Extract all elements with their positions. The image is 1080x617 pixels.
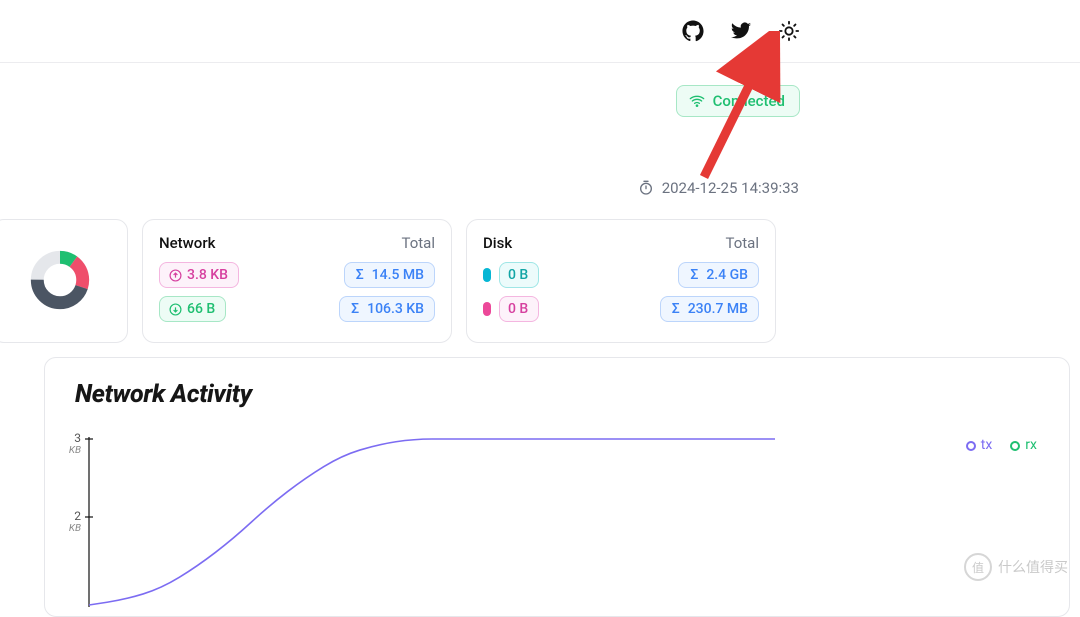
github-icon[interactable]	[682, 20, 704, 42]
sigma-icon: Σ	[687, 268, 701, 282]
watermark-badge-icon: 值	[964, 553, 992, 581]
legend-rx-swatch-icon	[1006, 444, 1020, 446]
disk-write-total: Σ 230.7 MB	[660, 296, 759, 322]
header	[0, 0, 1080, 63]
network-upload-total: Σ 14.5 MB	[344, 262, 435, 288]
timestamp-value: 2024-12-25 14:39:33	[662, 179, 799, 197]
network-activity-chart[interactable]: 3 KB 2 KB tx rx	[75, 437, 1041, 607]
download-icon	[168, 302, 182, 316]
disk-read-total: Σ 2.4 GB	[678, 262, 759, 288]
network-download-value: 66 B	[187, 300, 215, 318]
gauge-card	[0, 219, 128, 343]
disk-write-dot-icon	[483, 302, 491, 316]
sigma-icon: Σ	[669, 302, 683, 316]
chart-plot	[75, 437, 785, 607]
cards-row: Network Total 3.8 KB Σ 14.5 MB 66 B Σ 10…	[0, 197, 1080, 343]
network-activity-card: Network Activity 3 KB 2 KB tx rx	[44, 357, 1070, 617]
disk-read-badge: 0 B	[499, 262, 539, 288]
disk-card: Disk Total 0 B Σ 2.4 GB 0 B	[466, 219, 776, 343]
network-title: Network	[159, 234, 215, 252]
status-label: Connected	[713, 92, 785, 110]
ring-gauge-icon	[30, 250, 90, 310]
timestamp-row: 2024-12-25 14:39:33	[0, 117, 1080, 197]
network-card: Network Total 3.8 KB Σ 14.5 MB 66 B Σ 10…	[142, 219, 452, 343]
network-total-label: Total	[402, 234, 436, 252]
status-badge: Connected	[676, 85, 800, 117]
disk-read-value: 0 B	[508, 266, 528, 284]
network-activity-title: Network Activity	[75, 380, 1041, 409]
disk-title: Disk	[483, 234, 512, 252]
disk-total-label: Total	[726, 234, 760, 252]
network-upload-value: 3.8 KB	[187, 266, 228, 284]
legend-tx-swatch-icon	[962, 444, 976, 446]
twitter-icon[interactable]	[730, 20, 752, 42]
watermark-text: 什么值得买	[998, 557, 1068, 577]
sigma-icon: Σ	[353, 268, 367, 282]
disk-read-dot-icon	[483, 268, 491, 282]
network-download-badge: 66 B	[159, 296, 226, 322]
network-upload-badge: 3.8 KB	[159, 262, 239, 288]
wifi-icon	[689, 93, 705, 109]
watermark: 值 什么值得买	[964, 553, 1068, 581]
legend-tx-label: tx	[981, 437, 993, 453]
sun-icon[interactable]	[778, 20, 800, 42]
status-row: Connected	[0, 63, 1080, 117]
sigma-icon: Σ	[348, 302, 362, 316]
network-download-total: Σ 106.3 KB	[339, 296, 435, 322]
disk-write-badge: 0 B	[499, 296, 539, 322]
legend-rx-label: rx	[1025, 437, 1037, 453]
upload-icon	[168, 268, 182, 282]
chart-legend: tx rx	[962, 437, 1037, 453]
stopwatch-icon	[638, 180, 654, 196]
disk-write-value: 0 B	[508, 300, 528, 318]
